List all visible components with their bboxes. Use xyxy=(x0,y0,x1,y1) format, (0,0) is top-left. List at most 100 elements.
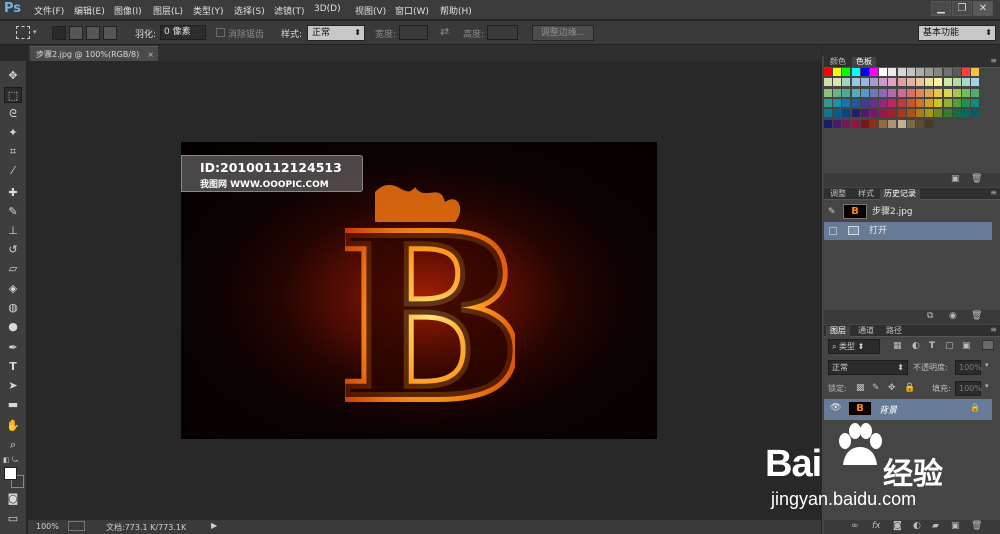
menu-image[interactable]: 图像(I) xyxy=(114,4,142,17)
color-swatch[interactable] xyxy=(897,68,906,76)
color-swatch[interactable] xyxy=(916,68,924,76)
workspace-select[interactable]: 基本功能 xyxy=(918,25,996,41)
panel-menu-icon[interactable]: ≡ xyxy=(990,325,997,334)
fill-input[interactable]: 100% xyxy=(955,381,982,396)
color-swatch[interactable] xyxy=(842,119,851,128)
tab-layers[interactable]: 图层 xyxy=(826,326,850,337)
dodge-tool-icon[interactable]: ● xyxy=(4,319,22,335)
quick-mask-icon[interactable]: ◙ xyxy=(4,491,22,507)
close-icon[interactable]: ✕ xyxy=(973,1,993,16)
camera-snapshot-icon[interactable]: ◉ xyxy=(949,311,957,321)
color-swatch[interactable] xyxy=(833,88,842,97)
color-swatch[interactable] xyxy=(934,88,943,97)
layer-name[interactable]: 背景 xyxy=(879,403,897,416)
color-swatch[interactable] xyxy=(962,88,970,97)
color-swatch[interactable] xyxy=(925,98,934,107)
crop-tool-icon[interactable]: ⌗ xyxy=(4,144,22,160)
new-selection-icon[interactable] xyxy=(52,26,66,40)
color-swatch[interactable] xyxy=(906,98,915,107)
filter-shape-icon[interactable]: ▢ xyxy=(945,341,954,351)
opacity-chevron-icon[interactable]: ▾ xyxy=(985,361,989,369)
color-swatch[interactable] xyxy=(879,119,888,128)
status-icon[interactable] xyxy=(68,521,85,531)
menu-file[interactable]: 文件(F) xyxy=(34,4,64,17)
refine-edge-button[interactable]: 调整边缘... xyxy=(532,25,594,41)
quick-select-tool-icon[interactable]: ✦ xyxy=(4,125,22,141)
tab-swatches[interactable]: 色板 xyxy=(852,57,876,68)
layer-mask-icon[interactable]: ◙ xyxy=(893,521,902,531)
screen-mode-icon[interactable]: ▭ xyxy=(4,511,22,527)
style-select[interactable]: 正常 xyxy=(307,25,365,41)
path-selection-tool-icon[interactable]: ➤ xyxy=(4,378,22,394)
color-swatch[interactable] xyxy=(879,78,888,87)
color-swatch[interactable] xyxy=(962,68,970,76)
color-swatch[interactable] xyxy=(860,88,869,97)
color-swatch[interactable] xyxy=(824,109,832,118)
color-swatch[interactable] xyxy=(952,109,961,118)
color-swatch[interactable] xyxy=(916,98,924,107)
color-swatch[interactable] xyxy=(860,109,869,118)
document-tab[interactable]: 步骤2.jpg @ 100%(RGB/8) × xyxy=(30,46,158,61)
close-tab-icon[interactable]: × xyxy=(147,47,154,62)
color-swatch[interactable] xyxy=(879,68,888,76)
color-swatch[interactable] xyxy=(860,119,869,128)
color-swatch[interactable] xyxy=(851,78,860,87)
menu-view[interactable]: 视图(V) xyxy=(355,4,386,17)
color-swatch[interactable] xyxy=(851,68,860,76)
swap-icon[interactable]: ⇄ xyxy=(440,25,449,38)
tab-history[interactable]: 历史记录 xyxy=(880,189,920,200)
menu-layer[interactable]: 图层(L) xyxy=(153,4,183,17)
color-swatch[interactable] xyxy=(888,109,897,118)
color-swatch[interactable] xyxy=(870,78,878,87)
color-swatch[interactable] xyxy=(906,109,915,118)
default-colors-icon[interactable]: ◧ ⤿ xyxy=(3,456,18,465)
color-swatch[interactable] xyxy=(842,98,851,107)
layer-row-background[interactable]: 👁 B 背景 🔒 xyxy=(824,399,992,420)
color-swatch[interactable] xyxy=(824,78,832,87)
history-brush-tool-icon[interactable]: ↺ xyxy=(4,242,22,258)
color-swatch[interactable] xyxy=(879,88,888,97)
color-swatch[interactable] xyxy=(952,78,961,87)
history-brush-source-icon[interactable]: ✎ xyxy=(828,203,836,221)
blend-mode-select[interactable]: 正常 ⬍ xyxy=(828,360,908,375)
status-arrow-icon[interactable]: ▶ xyxy=(211,521,217,530)
layer-style-icon[interactable]: fx xyxy=(872,521,881,531)
add-selection-icon[interactable] xyxy=(69,26,83,40)
color-swatch[interactable] xyxy=(842,78,851,87)
color-swatch[interactable] xyxy=(943,98,952,107)
new-swatch-icon[interactable]: ▣ xyxy=(951,174,960,184)
color-swatch[interactable] xyxy=(888,88,897,97)
color-swatch[interactable] xyxy=(824,88,832,97)
lock-pixels-icon[interactable]: ✎ xyxy=(872,383,880,393)
menu-3d[interactable]: 3D(D) xyxy=(314,4,341,14)
color-swatch[interactable] xyxy=(860,78,869,87)
subtract-selection-icon[interactable] xyxy=(86,26,100,40)
color-swatch[interactable] xyxy=(870,68,878,76)
color-swatch[interactable] xyxy=(851,88,860,97)
color-swatch[interactable] xyxy=(943,68,952,76)
color-swatch[interactable] xyxy=(897,98,906,107)
color-swatch[interactable] xyxy=(934,98,943,107)
tab-color[interactable]: 颜色 xyxy=(826,57,850,68)
color-swatch[interactable] xyxy=(860,68,869,76)
color-swatch[interactable] xyxy=(860,98,869,107)
color-swatch[interactable] xyxy=(897,119,906,128)
hand-tool-icon[interactable]: ✋ xyxy=(4,418,22,434)
visibility-eye-icon[interactable]: 👁 xyxy=(830,403,841,413)
feather-input[interactable]: 0 像素 xyxy=(160,25,206,40)
menu-help[interactable]: 帮助(H) xyxy=(440,4,472,17)
color-swatch[interactable] xyxy=(906,78,915,87)
panel-menu-icon[interactable]: ≡ xyxy=(990,188,997,197)
menu-type[interactable]: 类型(Y) xyxy=(193,4,224,17)
color-swatch[interactable] xyxy=(842,68,851,76)
new-document-from-state-icon[interactable]: ⧉ xyxy=(927,311,933,321)
color-swatch[interactable] xyxy=(971,109,980,118)
rectangle-tool-icon[interactable]: ▬ xyxy=(4,397,22,413)
color-swatch[interactable] xyxy=(925,68,934,76)
color-swatch[interactable] xyxy=(943,78,952,87)
color-swatch[interactable] xyxy=(833,98,842,107)
filter-type-icon[interactable]: T xyxy=(929,341,935,351)
color-swatch[interactable] xyxy=(925,109,934,118)
pen-tool-icon[interactable]: ✒ xyxy=(4,340,22,356)
antialias-checkbox[interactable] xyxy=(216,28,225,37)
